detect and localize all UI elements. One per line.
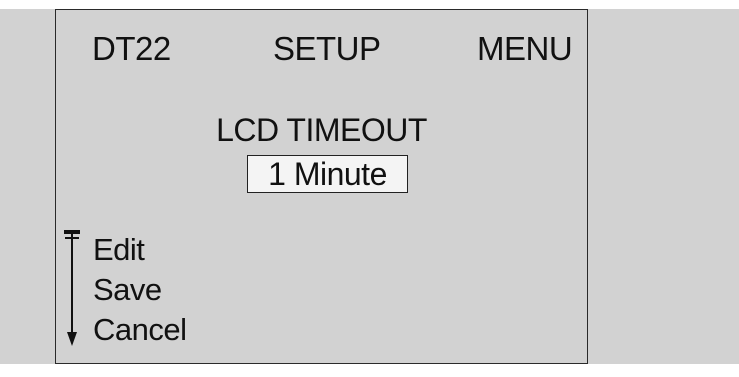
- lcd-screen: DT22 SETUP MENU LCD TIMEOUT 1 Minute Edi…: [55, 9, 588, 364]
- setting-value-field[interactable]: 1 Minute: [247, 155, 408, 193]
- menu-item-edit[interactable]: Edit: [93, 234, 145, 265]
- setting-title: LCD TIMEOUT: [216, 112, 427, 148]
- section-title: SETUP: [273, 30, 381, 67]
- menu-label: MENU: [477, 30, 573, 67]
- menu-item-cancel[interactable]: Cancel: [93, 314, 187, 345]
- menu-item-save[interactable]: Save: [93, 274, 162, 305]
- device-name: DT22: [92, 30, 171, 67]
- scroll-down-arrow-icon: [64, 230, 80, 346]
